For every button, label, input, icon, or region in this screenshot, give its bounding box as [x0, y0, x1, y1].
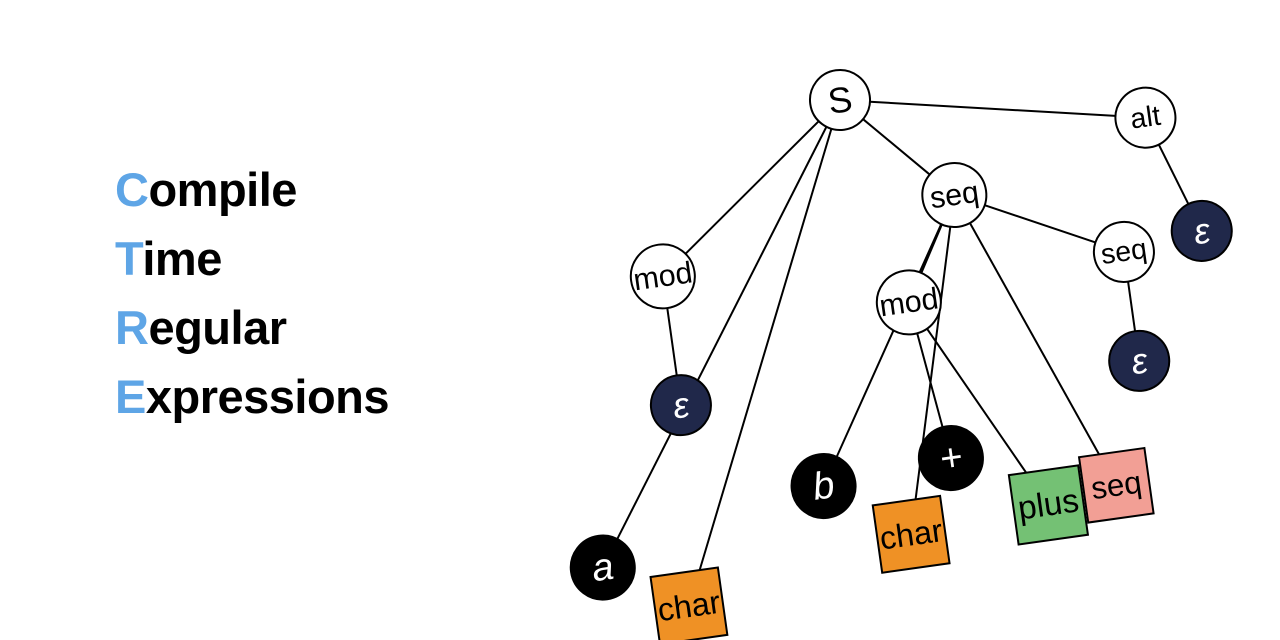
tree-edge [670, 121, 835, 254]
tree-node-seq2: seq [1090, 218, 1158, 286]
tree-edge [985, 191, 1096, 257]
tree-edge [863, 111, 930, 183]
tree-node-mod2: mod [873, 266, 945, 338]
tree-node-eps1: ε [647, 371, 715, 439]
tree-edge [915, 224, 948, 272]
node-label: seq [1089, 464, 1144, 506]
tree-node-b: b [787, 450, 859, 522]
tree-node-seq1: seq [918, 159, 990, 231]
node-label: alt [1128, 100, 1162, 136]
tree-node-char1: char [651, 568, 728, 640]
tree-node-plusC: + [915, 422, 987, 494]
tree-node-char2: char [873, 496, 950, 573]
parse-tree-diagram: Saltseqmodεmodseqεεacharbchar+plusseq [0, 0, 1280, 640]
tree-node-eps3: ε [1168, 197, 1236, 265]
tree-edge [970, 210, 1099, 469]
tree-edge [1159, 142, 1189, 207]
tree-edge [641, 129, 890, 572]
node-label: seq [1099, 233, 1149, 271]
tree-edge [1128, 282, 1135, 332]
tree-node-plusS: plus [1009, 465, 1088, 544]
tree-node-alt: alt [1112, 84, 1180, 152]
tree-edge [870, 68, 1116, 149]
node-label: seq [928, 175, 981, 215]
tree-node-eps2: ε [1105, 327, 1173, 395]
tree-node-a: a [567, 531, 639, 603]
tree-edge [667, 308, 676, 375]
tree-node-seqS: seq [1079, 448, 1154, 523]
